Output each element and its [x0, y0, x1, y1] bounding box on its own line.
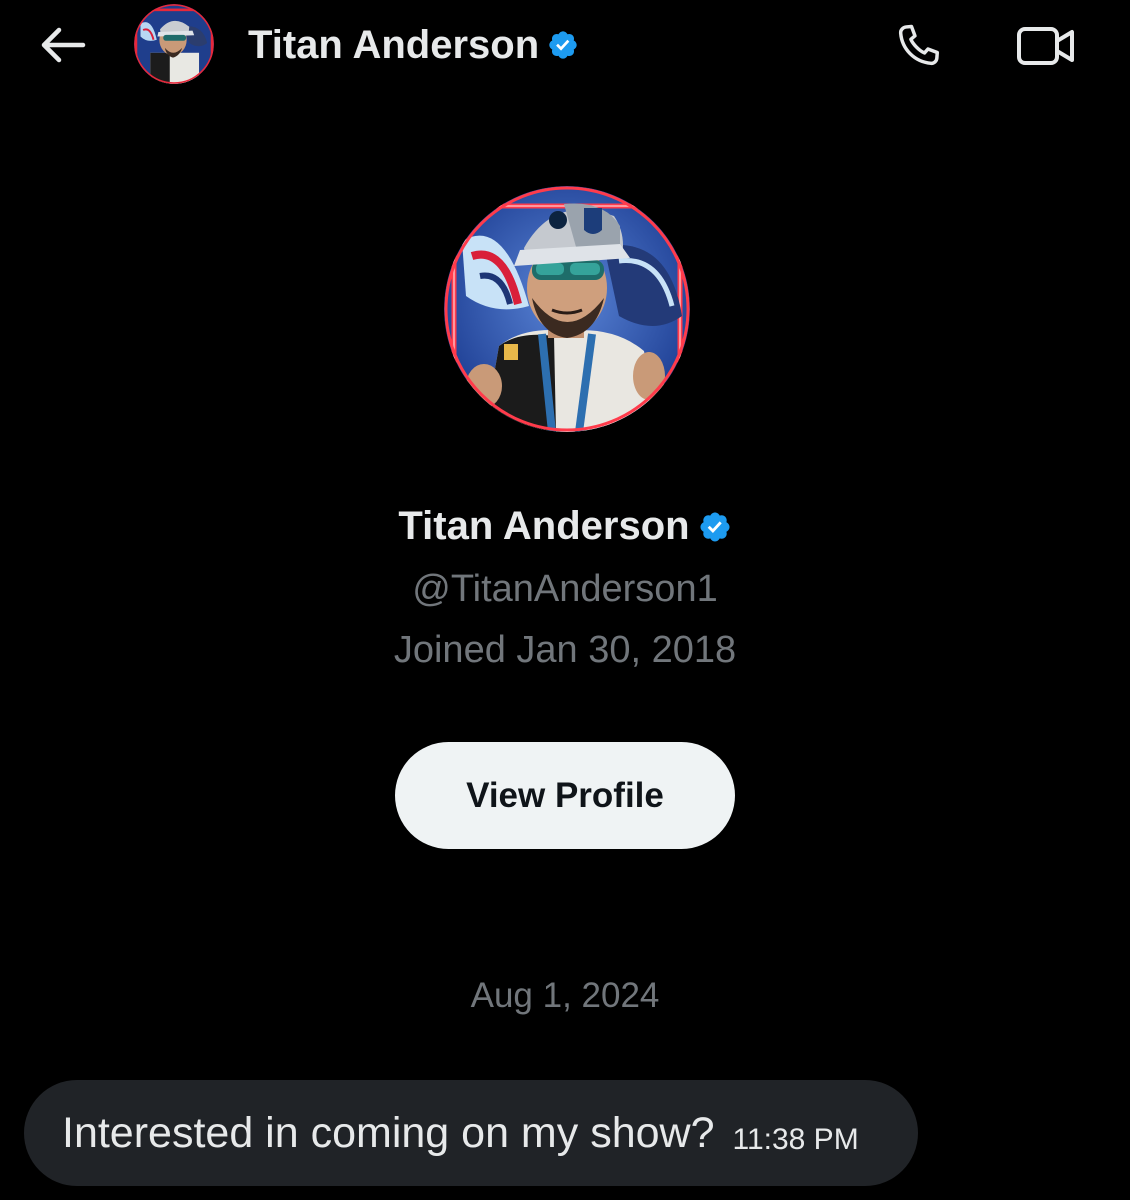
profile-avatar[interactable]: [444, 186, 690, 432]
header-name: Titan Anderson: [248, 22, 540, 67]
arrow-left-icon: [41, 27, 86, 63]
avatar-image: [444, 186, 690, 432]
message-timestamp: 11:38 PM: [732, 1123, 859, 1156]
message-bubble[interactable]: Interested in coming on my show? 11:38 P…: [24, 1080, 918, 1186]
profile-handle: @TitanAnderson1: [412, 568, 718, 610]
view-profile-button[interactable]: View Profile: [395, 742, 735, 849]
verified-badge-icon: [698, 510, 732, 544]
message-text: Interested in coming on my show?: [62, 1108, 715, 1157]
avatar-image: [134, 4, 214, 84]
verified-badge-icon: [547, 29, 579, 61]
video-call-button[interactable]: [1012, 18, 1080, 74]
video-camera-icon: [1017, 27, 1074, 65]
audio-call-button[interactable]: [888, 18, 948, 74]
header-avatar[interactable]: [134, 4, 214, 84]
profile-name: Titan Anderson: [398, 504, 690, 548]
conversation-header: Titan Anderson: [0, 0, 1130, 92]
date-separator: Aug 1, 2024: [470, 976, 660, 1015]
phone-icon: [898, 24, 940, 66]
header-name-link[interactable]: Titan Anderson: [248, 20, 579, 70]
profile-joined-date: Joined Jan 30, 2018: [393, 629, 737, 671]
back-button[interactable]: [34, 20, 90, 70]
profile-name-row: Titan Anderson: [0, 504, 1130, 549]
